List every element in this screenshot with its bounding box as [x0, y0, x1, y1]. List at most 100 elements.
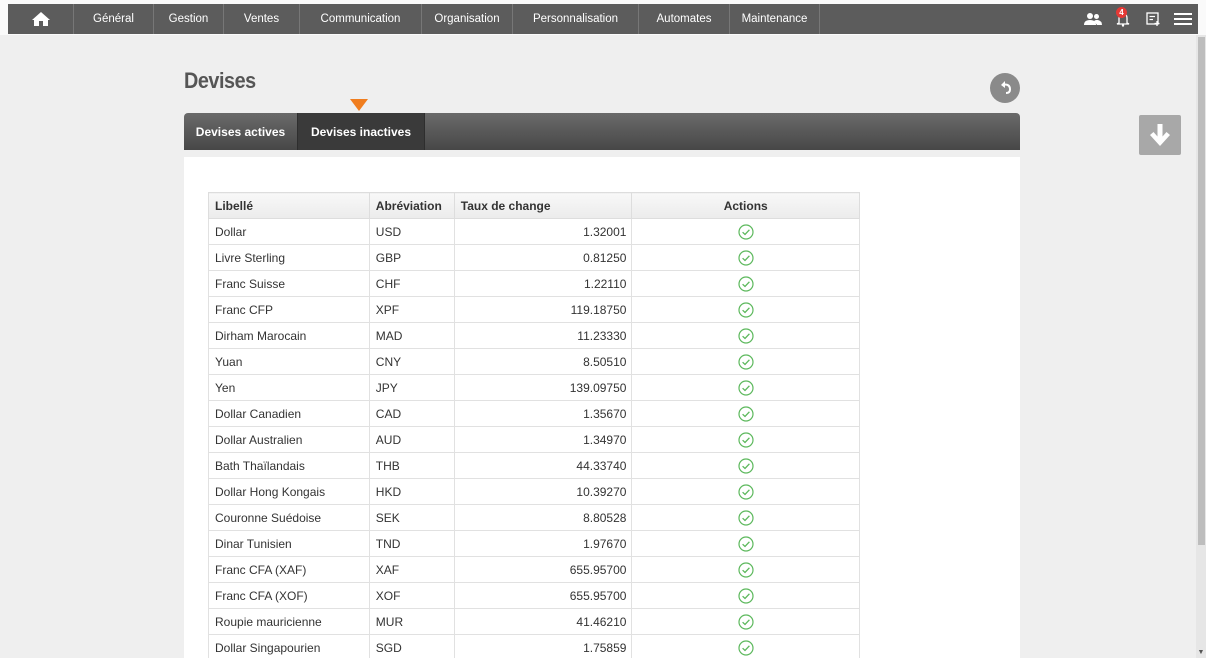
cell-abbr: HKD: [368, 478, 455, 505]
arrow-down-icon: [1150, 124, 1170, 146]
cell-rate: 655.95700: [453, 582, 633, 609]
content-panel: Libellé Abréviation Taux de change Actio…: [184, 157, 1020, 658]
home-button[interactable]: [8, 4, 74, 34]
table-row: Roupie mauricienne MUR 41.46210: [208, 608, 860, 635]
table-row: Dollar Australien AUD 1.34970: [208, 426, 860, 453]
column-header-actions: Actions: [631, 192, 860, 219]
cell-label: Dollar Singapourien: [208, 634, 370, 658]
activate-check-icon[interactable]: [738, 301, 754, 318]
activate-check-icon[interactable]: [738, 275, 754, 292]
table-row: Dirham Marocain MAD 11.23330: [208, 322, 860, 349]
cell-label: Franc CFA (XOF): [208, 582, 370, 609]
nav-item-general[interactable]: Général: [74, 4, 154, 34]
cell-actions: [631, 582, 860, 609]
table-row: Livre Sterling GBP 0.81250: [208, 244, 860, 271]
column-header-label[interactable]: Libellé: [208, 192, 370, 219]
cell-actions: [631, 452, 860, 479]
activate-check-icon[interactable]: [738, 587, 754, 604]
nav-item-automates[interactable]: Automates: [639, 4, 730, 34]
cell-actions: [631, 270, 860, 297]
activate-check-icon[interactable]: [738, 639, 754, 656]
cell-abbr: CNY: [368, 348, 455, 375]
users-button[interactable]: [1078, 4, 1108, 34]
cell-label: Dollar Hong Kongais: [208, 478, 370, 505]
nav-item-maintenance[interactable]: Maintenance: [730, 4, 820, 34]
scrollbar-thumb[interactable]: [1198, 37, 1205, 545]
notifications-button[interactable]: 4: [1108, 4, 1138, 34]
activate-check-icon[interactable]: [738, 327, 754, 344]
cell-actions: [631, 400, 860, 427]
scroll-down-arrow-icon[interactable]: ▼: [1197, 649, 1205, 657]
table-header-row: Libellé Abréviation Taux de change Actio…: [208, 192, 860, 219]
cell-rate: 1.75859: [453, 634, 633, 658]
activate-check-icon[interactable]: [738, 613, 754, 630]
table-row: Bath Thaïlandais THB 44.33740: [208, 452, 860, 479]
cell-actions: [631, 426, 860, 453]
cell-abbr: TND: [368, 530, 455, 557]
active-tab-indicator: [350, 99, 368, 111]
cell-abbr: MUR: [368, 608, 455, 635]
activate-check-icon[interactable]: [738, 249, 754, 266]
column-header-rate[interactable]: Taux de change: [453, 192, 633, 219]
activate-check-icon[interactable]: [738, 483, 754, 500]
activate-check-icon[interactable]: [738, 353, 754, 370]
menu-button[interactable]: [1168, 4, 1198, 34]
cell-actions: [631, 374, 860, 401]
cell-rate: 0.81250: [453, 244, 633, 271]
table-row: Franc Suisse CHF 1.22110: [208, 270, 860, 297]
cell-rate: 11.23330: [453, 322, 633, 349]
cell-rate: 44.33740: [453, 452, 633, 479]
activate-check-icon[interactable]: [738, 405, 754, 422]
cell-label: Dirham Marocain: [208, 322, 370, 349]
cell-label: Franc CFA (XAF): [208, 556, 370, 583]
activate-check-icon[interactable]: [738, 223, 754, 240]
cell-rate: 1.22110: [453, 270, 633, 297]
currency-table: Libellé Abréviation Taux de change Actio…: [208, 192, 860, 658]
note-add-icon: [1146, 12, 1160, 26]
cell-rate: 8.50510: [453, 348, 633, 375]
cell-rate: 1.97670: [453, 530, 633, 557]
tab-bar: Devises actives Devises inactives: [184, 113, 1020, 150]
activate-check-icon[interactable]: [738, 431, 754, 448]
hamburger-icon: [1174, 13, 1192, 25]
nav-item-ventes[interactable]: Ventes: [224, 4, 300, 34]
cell-actions: [631, 244, 860, 271]
cell-rate: 1.34970: [453, 426, 633, 453]
table-row: Franc CFA (XOF) XOF 655.95700: [208, 582, 860, 609]
nav-item-communication[interactable]: Communication: [300, 4, 422, 34]
undo-icon: [1001, 81, 1011, 94]
nav-item-organisation[interactable]: Organisation: [422, 4, 513, 34]
table-row: Dinar Tunisien TND 1.97670: [208, 530, 860, 557]
add-note-button[interactable]: [1138, 4, 1168, 34]
cell-abbr: JPY: [368, 374, 455, 401]
cell-abbr: CHF: [368, 270, 455, 297]
cell-rate: 119.18750: [453, 296, 633, 323]
cell-label: Roupie mauricienne: [208, 608, 370, 635]
table-row: Dollar USD 1.32001: [208, 218, 860, 245]
tab-devises-inactives[interactable]: Devises inactives: [297, 113, 425, 150]
back-button[interactable]: [990, 73, 1020, 103]
cell-abbr: THB: [368, 452, 455, 479]
nav-bar: Général Gestion Ventes Communication Organis…: [8, 4, 1198, 34]
activate-check-icon[interactable]: [738, 379, 754, 396]
scroll-down-button[interactable]: [1139, 115, 1181, 155]
activate-check-icon[interactable]: [738, 535, 754, 552]
nav-item-personnalisation[interactable]: Personnalisation: [513, 4, 639, 34]
column-header-abbr[interactable]: Abréviation: [368, 192, 455, 219]
activate-check-icon[interactable]: [738, 457, 754, 474]
nav-item-gestion[interactable]: Gestion: [154, 4, 224, 34]
activate-check-icon[interactable]: [738, 509, 754, 526]
cell-abbr: CAD: [368, 400, 455, 427]
table-row: Franc CFP XPF 119.18750: [208, 296, 860, 323]
cell-abbr: XOF: [368, 582, 455, 609]
table-row: Yuan CNY 8.50510: [208, 348, 860, 375]
cell-label: Franc Suisse: [208, 270, 370, 297]
cell-label: Couronne Suédoise: [208, 504, 370, 531]
tab-devises-actives[interactable]: Devises actives: [184, 113, 297, 150]
page-scrollbar[interactable]: ▼: [1196, 35, 1206, 658]
activate-check-icon[interactable]: [738, 561, 754, 578]
cell-abbr: SGD: [368, 634, 455, 658]
cell-abbr: GBP: [368, 244, 455, 271]
cell-actions: [631, 608, 860, 635]
cell-abbr: AUD: [368, 426, 455, 453]
